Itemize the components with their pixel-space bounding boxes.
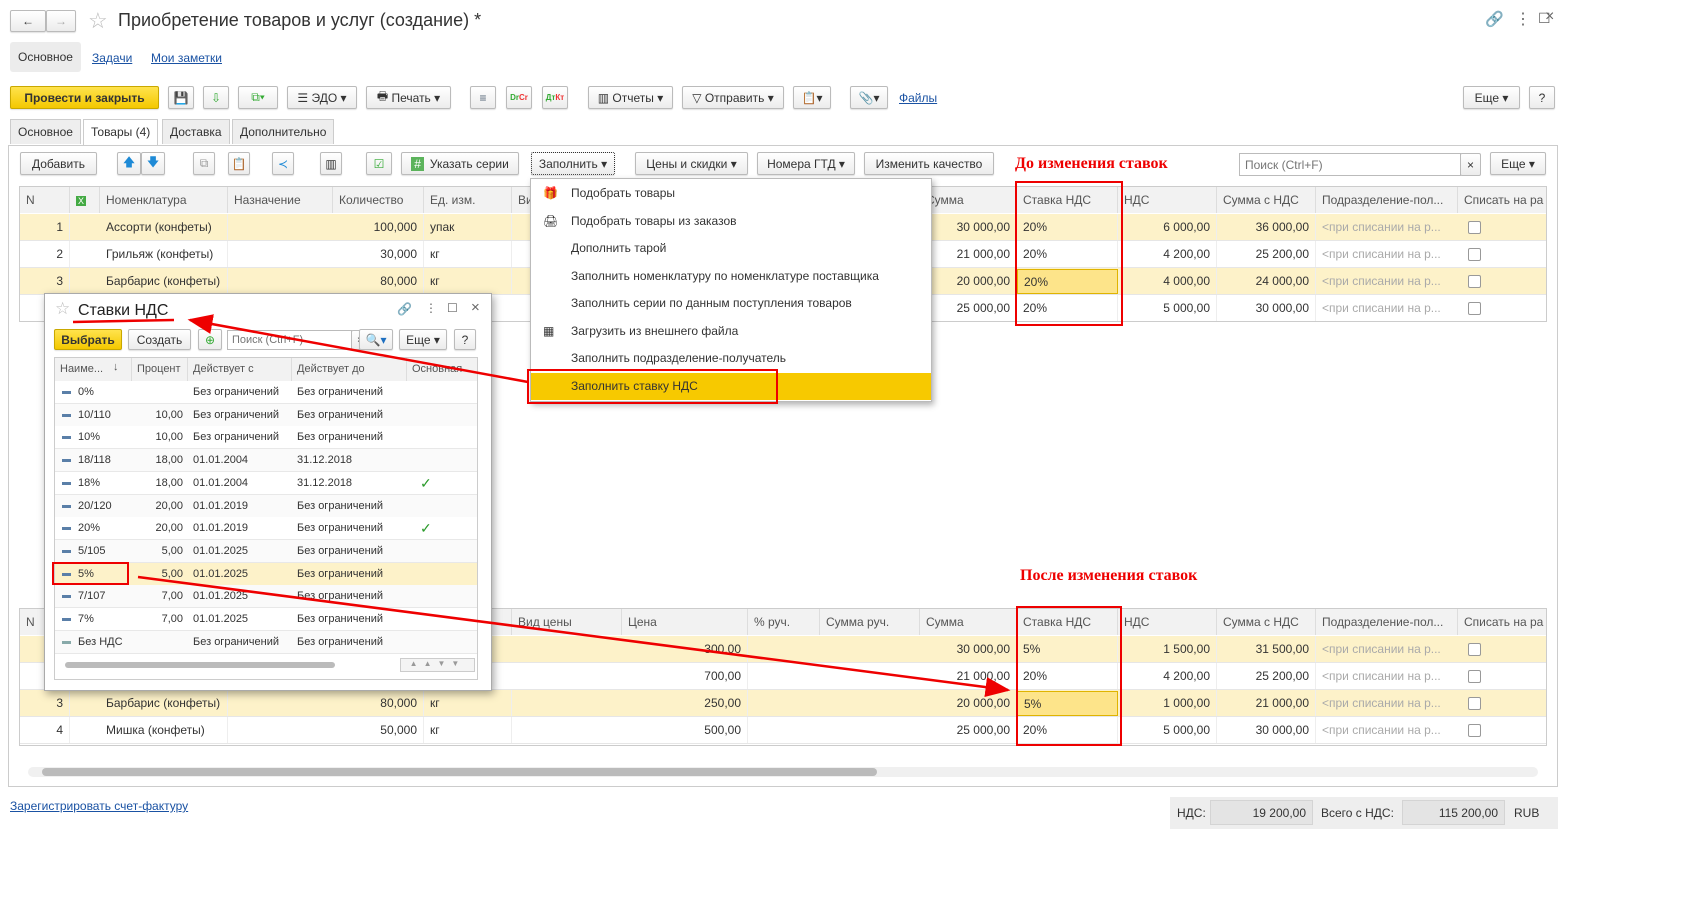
- annotation-arrows: [72, 314, 1011, 698]
- register-invoice-link[interactable]: Зарегистрировать счет-фактуру: [10, 799, 188, 813]
- grand-total-value: 115 200,00: [1402, 800, 1505, 825]
- currency-label: RUB: [1514, 806, 1540, 820]
- vat-total-label: НДС:: [1177, 806, 1206, 820]
- grand-total-label: Всего с НДС:: [1321, 806, 1394, 820]
- title-underline: [72, 318, 175, 324]
- vat-total-value: 19 200,00: [1210, 800, 1313, 825]
- arrow-to-popup: [187, 314, 529, 384]
- arrow-to-result: [137, 575, 1011, 698]
